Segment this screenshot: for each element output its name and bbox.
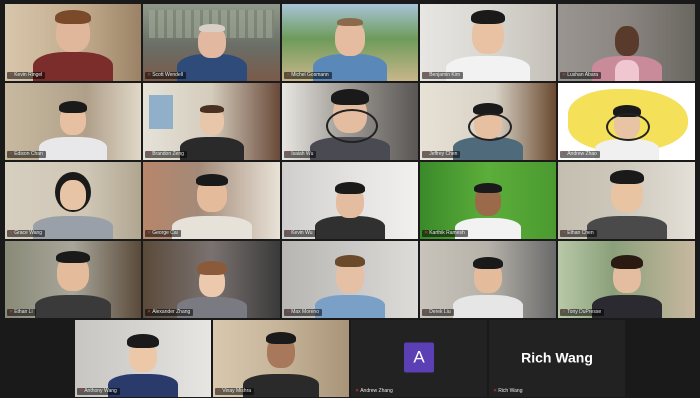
participant-name: ✕Rich Wang	[493, 388, 523, 394]
mic-muted-icon: ✕	[424, 230, 429, 236]
mic-muted-icon: ✕	[286, 72, 291, 78]
mic-muted-icon: ✕	[217, 388, 222, 394]
participant-name: ✕Tony DuPresse	[560, 309, 605, 316]
participant-name: ✕Michel Gosmann	[284, 72, 332, 79]
participant-tile[interactable]: ✕Max Moreno	[282, 241, 418, 318]
participant-name: ✕Brandon Zeng	[145, 151, 187, 158]
participant-name: ✕Kevin Wu	[284, 230, 316, 237]
mic-muted-icon: ✕	[9, 151, 14, 157]
participant-name: ✕Benjamin Kim	[422, 72, 464, 79]
participant-name: ✕Ethan Li	[7, 309, 36, 316]
participant-tile[interactable]: ✕George Cai	[143, 162, 280, 239]
mic-muted-icon: ✕	[79, 388, 84, 394]
participant-name: ✕Scott Wendell	[145, 72, 186, 79]
participant-name: ✕Grace Wang	[7, 230, 46, 237]
mic-muted-icon: ✕	[355, 388, 360, 394]
participant-name: ✕Andrew Zhao	[560, 151, 600, 158]
participant-tile-active-speaker[interactable]: ✕Scott Wendell	[143, 4, 280, 81]
participant-tile-no-video[interactable]: Rich Wang ✕Rich Wang	[489, 320, 625, 397]
participant-tile[interactable]: ✕Benjamin Kim	[420, 4, 556, 81]
mic-muted-icon: ✕	[562, 230, 567, 236]
participant-name: ✕George Cai	[145, 230, 181, 237]
mic-muted-icon: ✕	[424, 151, 429, 157]
participant-tile[interactable]: ✕Derek Liu	[420, 241, 556, 318]
participant-name: ✕Edison Chan	[7, 151, 46, 158]
participant-tile[interactable]: ✕Kevin Ringel	[5, 4, 141, 81]
mic-muted-icon: ✕	[286, 309, 291, 315]
participant-tile[interactable]: ✕Lushan Abara	[558, 4, 695, 81]
participant-name: ✕Lushan Abara	[560, 72, 602, 79]
participant-tile[interactable]: ✕Alexander Zhang	[143, 241, 280, 318]
mic-muted-icon: ✕	[562, 309, 567, 315]
participant-tile[interactable]: ✕Vinay Mishra	[213, 320, 349, 397]
mic-muted-icon: ✕	[562, 72, 567, 78]
mic-muted-icon: ✕	[424, 72, 429, 78]
participant-display-name: Rich Wang	[521, 348, 593, 365]
participant-tile[interactable]: ✕Kevin Wu	[282, 162, 418, 239]
participant-name: ✕Jeffrey Chen	[422, 151, 461, 158]
participant-tile[interactable]: ✕Ethan Li	[5, 241, 141, 318]
mic-muted-icon: ✕	[147, 72, 152, 78]
participant-name: ✕Max Moreno	[284, 309, 322, 316]
participant-name: ✕Vinay Mishra	[215, 388, 255, 395]
participant-name: ✕Karthik Ramesh	[422, 230, 468, 237]
participant-name: ✕Isaiah Wu	[284, 151, 317, 158]
participant-name: ✕Andrew Zhang	[355, 388, 393, 394]
mic-muted-icon: ✕	[147, 151, 152, 157]
mic-muted-icon: ✕	[9, 72, 14, 78]
participant-tile[interactable]: ✕Grace Wang	[5, 162, 141, 239]
participant-tile[interactable]: ✕Anthony Wang	[75, 320, 211, 397]
mic-muted-icon: ✕	[562, 151, 567, 157]
avatar: A	[404, 342, 434, 372]
participant-name: ✕Derek Liu	[422, 309, 454, 316]
participant-tile[interactable]: ✕Brandon Zeng	[143, 83, 280, 160]
mic-muted-icon: ✕	[9, 309, 14, 315]
video-grid: ✕Kevin Ringel ✕Scott Wendell ✕Michel Gos…	[0, 0, 700, 398]
mic-muted-icon: ✕	[424, 309, 429, 315]
participant-name: ✕Ethan Chen	[560, 230, 597, 237]
mic-muted-icon: ✕	[147, 309, 152, 315]
mic-muted-icon: ✕	[286, 230, 291, 236]
participant-tile[interactable]: ✕Andrew Zhao	[558, 83, 695, 160]
participant-tile[interactable]: ✕Ethan Chen	[558, 162, 695, 239]
participant-name: ✕Alexander Zhang	[145, 309, 194, 316]
participant-tile[interactable]: ✕Edison Chan	[5, 83, 141, 160]
participant-tile-no-video[interactable]: A ✕Andrew Zhang	[351, 320, 487, 397]
participant-name: ✕Kevin Ringel	[7, 72, 46, 79]
mic-muted-icon: ✕	[493, 388, 498, 394]
participant-tile[interactable]: ✕Jeffrey Chen	[420, 83, 556, 160]
participant-tile[interactable]: ✕Karthik Ramesh	[420, 162, 556, 239]
mic-muted-icon: ✕	[286, 151, 291, 157]
mic-muted-icon: ✕	[147, 230, 152, 236]
participant-name: ✕Anthony Wang	[77, 388, 120, 395]
participant-tile[interactable]: ✕Michel Gosmann	[282, 4, 418, 81]
participant-tile[interactable]: ✕Tony DuPresse	[558, 241, 695, 318]
participant-tile[interactable]: ✕Isaiah Wu	[282, 83, 418, 160]
mic-muted-icon: ✕	[9, 230, 14, 236]
